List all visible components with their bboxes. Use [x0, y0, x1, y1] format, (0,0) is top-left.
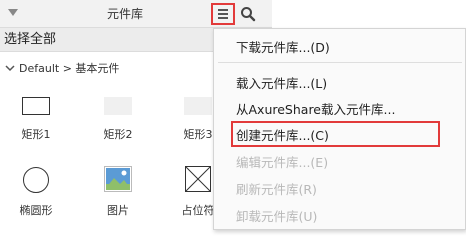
menu-item-load-library[interactable]: 载入元件库...(L)	[236, 73, 327, 92]
search-icon[interactable]	[239, 5, 257, 23]
panel-titlebar: 元件库	[0, 0, 272, 28]
chevron-down-icon	[5, 65, 15, 72]
ellipse-icon	[23, 167, 49, 193]
menu-item-edit-library: 编辑元件库...(E)	[236, 155, 329, 170]
widget-label: 图片	[107, 204, 129, 217]
rectangle-outline-icon	[22, 97, 50, 115]
menu-item-refresh-library: 刷新元件库(R)	[236, 182, 317, 197]
rectangle-gray-icon	[184, 97, 212, 115]
library-menu-button[interactable]	[211, 3, 235, 25]
widget-label: 矩形1	[21, 128, 51, 141]
library-path: Default > 基本元件	[19, 62, 120, 75]
widget-label: 椭圆形	[19, 204, 53, 217]
menu-item-download-library[interactable]: 下载元件库...(D)	[236, 37, 330, 56]
widget-ellipse[interactable]: 椭圆形	[5, 167, 67, 223]
select-all-label: 选择全部	[4, 32, 57, 47]
widget-rectangle-1[interactable]: 矩形1	[5, 94, 67, 150]
menu-separator	[218, 62, 462, 63]
rectangle-gray-icon	[104, 97, 132, 115]
widget-image[interactable]: 图片	[87, 166, 149, 222]
menu-item-unload-library: 卸载元件库(U)	[236, 209, 318, 224]
menu-item-load-from-axureshare[interactable]: 从AxureShare载入元件库...	[236, 99, 395, 118]
placeholder-icon	[185, 166, 211, 192]
widget-rectangle-2[interactable]: 矩形2	[87, 94, 149, 150]
widget-label: 矩形2	[103, 128, 133, 141]
create-library-highlight	[231, 121, 440, 147]
image-icon	[104, 166, 132, 192]
hamburger-icon	[218, 9, 228, 11]
